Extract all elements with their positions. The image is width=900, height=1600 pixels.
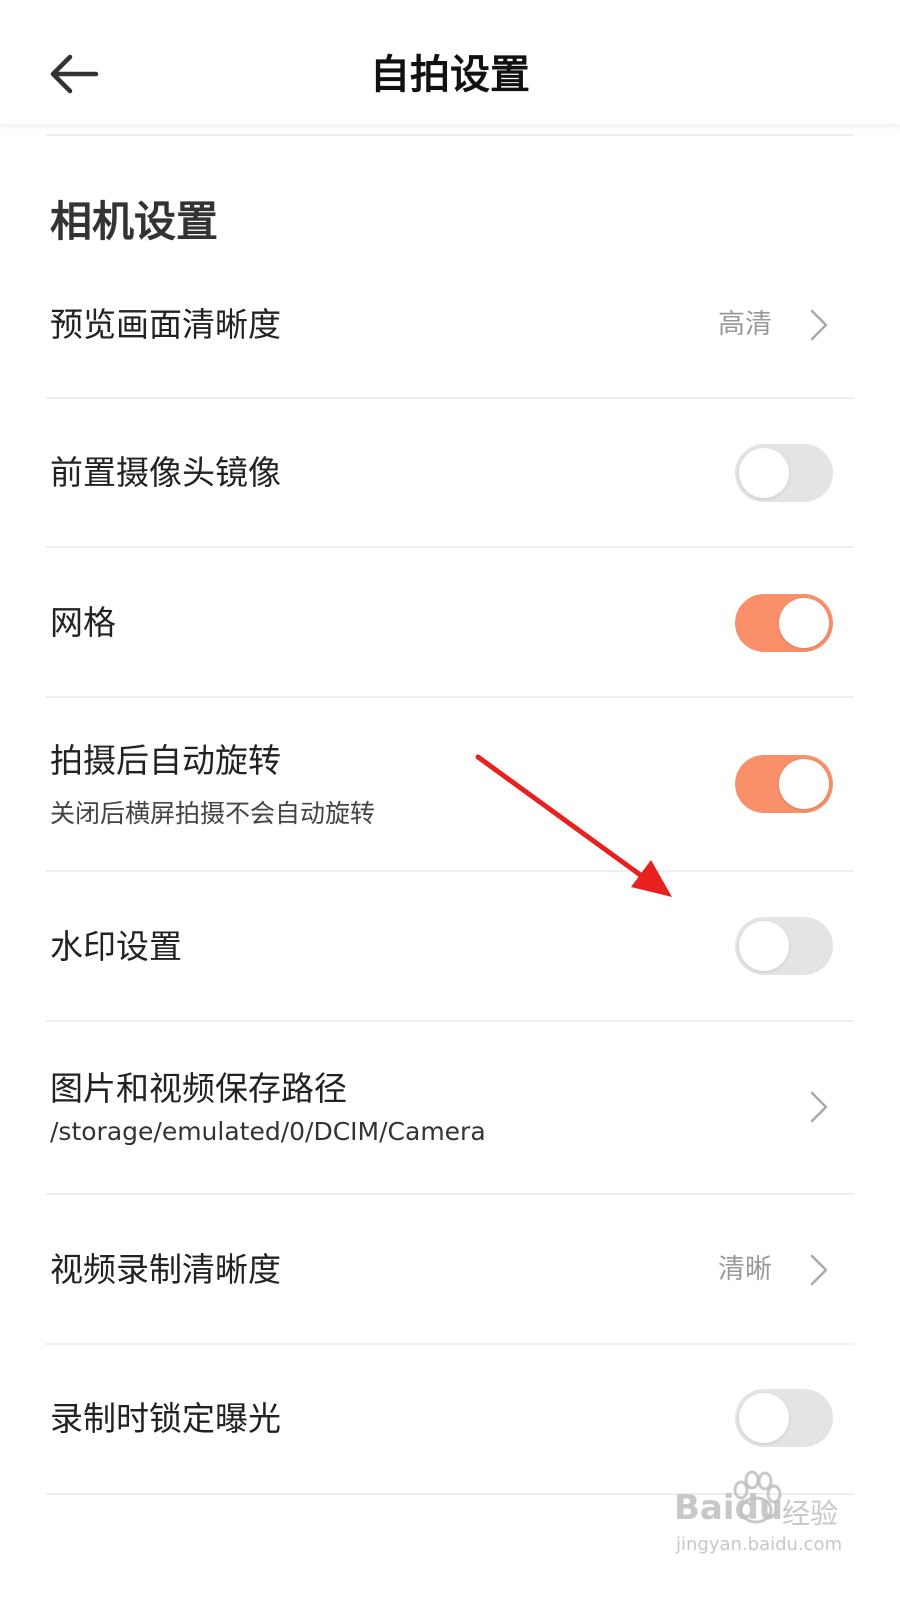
setting-subtitle: 关闭后横屏拍摄不会自动旋转 xyxy=(50,799,376,828)
watermark-brand: Baidu xyxy=(674,1488,784,1528)
auto-rotate-toggle[interactable] xyxy=(735,755,833,813)
divider xyxy=(46,134,854,136)
watermark-brand-cn: 经验 xyxy=(782,1497,839,1530)
setting-front-camera-mirror: 前置摄像头镜像 xyxy=(0,399,900,547)
setting-label: 前置摄像头镜像 xyxy=(50,453,281,492)
setting-grid: 网格 xyxy=(0,548,900,696)
setting-label: 录制时锁定曝光 xyxy=(50,1399,281,1438)
baidu-jingyan-watermark: Baidu 经验 jingyan.baidu.com xyxy=(672,1470,842,1560)
top-app-bar: 自拍设置 xyxy=(0,0,900,124)
setting-preview-clarity[interactable]: 预览画面清晰度 高清 xyxy=(0,290,900,398)
lock-exposure-toggle[interactable] xyxy=(735,1389,833,1447)
toggle-knob xyxy=(779,598,829,648)
chevron-right-icon xyxy=(810,1091,828,1123)
setting-value: 清晰 xyxy=(718,1254,772,1285)
toggle-knob xyxy=(779,759,829,809)
chevron-right-icon xyxy=(810,1254,828,1286)
watermark-url: jingyan.baidu.com xyxy=(676,1534,843,1555)
front-camera-mirror-toggle[interactable] xyxy=(735,444,833,502)
setting-label: 水印设置 xyxy=(50,927,182,966)
setting-label: 拍摄后自动旋转 xyxy=(50,741,281,780)
setting-label: 视频录制清晰度 xyxy=(50,1250,281,1289)
setting-auto-rotate: 拍摄后自动旋转 关闭后横屏拍摄不会自动旋转 xyxy=(0,698,900,870)
setting-video-clarity[interactable]: 视频录制清晰度 清晰 xyxy=(0,1195,900,1343)
page-title: 自拍设置 xyxy=(370,52,530,98)
setting-label: 图片和视频保存路径 xyxy=(50,1069,347,1108)
setting-watermark: 水印设置 xyxy=(0,872,900,1020)
grid-toggle[interactable] xyxy=(735,594,833,652)
toggle-knob xyxy=(739,1393,789,1443)
chevron-right-icon xyxy=(810,309,828,341)
section-title: 相机设置 xyxy=(50,197,219,246)
setting-subtitle: /storage/emulated/0/DCIM/Camera xyxy=(50,1117,486,1146)
setting-label: 网格 xyxy=(50,603,116,642)
setting-label: 预览画面清晰度 xyxy=(50,305,281,344)
watermark-toggle[interactable] xyxy=(735,917,833,975)
setting-save-path[interactable]: 图片和视频保存路径 /storage/emulated/0/DCIM/Camer… xyxy=(0,1022,900,1194)
setting-value: 高清 xyxy=(718,309,772,340)
toggle-knob xyxy=(739,921,789,971)
toggle-knob xyxy=(739,448,789,498)
